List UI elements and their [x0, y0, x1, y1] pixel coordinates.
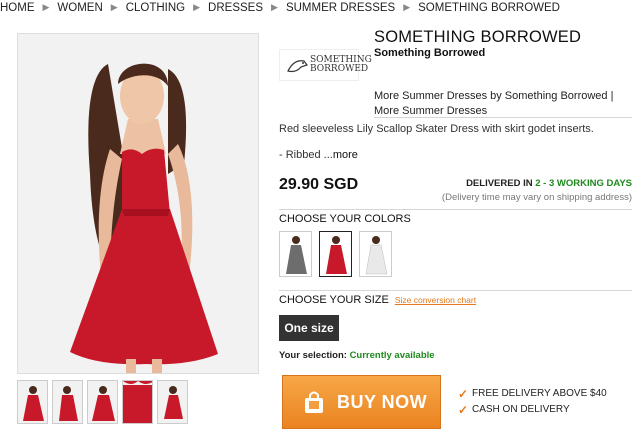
- breadcrumb: HOME ▶ WOMEN ▶ CLOTHING ▶ DRESSES ▶ SUMM…: [0, 0, 640, 15]
- buy-now-label: BUY NOW: [337, 391, 428, 412]
- chevron-right-icon: ▶: [193, 2, 201, 12]
- thumbnail-5[interactable]: [157, 380, 188, 424]
- breadcrumb-clothing[interactable]: CLOTHING: [126, 2, 185, 14]
- chevron-right-icon: ▶: [271, 2, 278, 12]
- divider: [279, 209, 632, 210]
- selection-status: Your selection: Currently available: [279, 350, 435, 361]
- product-price: 29.90 SGD: [279, 176, 359, 193]
- breadcrumb-summer-dresses[interactable]: SUMMER DRESSES: [286, 2, 395, 14]
- size-section: CHOOSE YOUR SIZE Size conversion chart: [279, 294, 476, 306]
- checkmark-icon: ✓: [458, 387, 469, 401]
- chevron-right-icon: ▶: [403, 2, 411, 12]
- divider: [279, 290, 632, 291]
- breadcrumb-current: SOMETHING BORROWED: [418, 1, 560, 14]
- description-excerpt: - Ribbed ...more: [279, 149, 358, 161]
- thumbnail-3[interactable]: [87, 380, 118, 424]
- thumbnail-strip: [17, 380, 188, 424]
- size-option-one-size[interactable]: One size: [279, 315, 339, 341]
- brand-logo-text: SOMETHING BORROWED: [310, 55, 372, 74]
- model-red-dress-image: [18, 34, 258, 373]
- divider: [374, 117, 632, 118]
- size-chart-link[interactable]: Size conversion chart: [395, 295, 476, 305]
- colors-label: CHOOSE YOUR COLORS: [279, 213, 411, 225]
- color-swatch-white[interactable]: [359, 231, 392, 277]
- color-swatch-red[interactable]: [319, 231, 352, 277]
- size-label: CHOOSE YOUR SIZE: [279, 294, 389, 306]
- product-main-image[interactable]: [17, 33, 259, 374]
- brand-logo[interactable]: SOMETHING BORROWED: [279, 49, 372, 81]
- delivery-info: DELIVERED IN 2 - 3 WORKING DAYS: [466, 178, 632, 189]
- breadcrumb-women[interactable]: WOMEN: [57, 2, 102, 14]
- chevron-right-icon: ▶: [42, 2, 50, 12]
- product-title: SOMETHING BORROWED: [374, 28, 582, 46]
- shopping-bag-icon: [303, 390, 325, 414]
- read-more-link[interactable]: more: [333, 149, 358, 161]
- more-by-brand-link[interactable]: More Summer Dresses by Something Borrowe…: [374, 89, 634, 104]
- bird-logo-icon: [287, 60, 308, 73]
- checkmark-icon: ✓: [458, 403, 469, 417]
- product-description: Red sleeveless Lily Scallop Skater Dress…: [279, 123, 594, 135]
- perk-cod: ✓ CASH ON DELIVERY: [458, 403, 570, 417]
- more-links: More Summer Dresses by Something Borrowe…: [374, 89, 634, 119]
- chevron-right-icon: ▶: [110, 2, 118, 12]
- thumbnail-2[interactable]: [52, 380, 83, 424]
- color-swatch-grey[interactable]: [279, 231, 312, 277]
- breadcrumb-home[interactable]: HOME: [0, 2, 35, 14]
- thumbnail-4[interactable]: [122, 380, 153, 424]
- color-swatches: [279, 231, 392, 277]
- perk-free-delivery: ✓ FREE DELIVERY ABOVE $40: [458, 387, 607, 401]
- buy-now-button[interactable]: BUY NOW: [282, 375, 441, 429]
- delivery-note: (Delivery time may vary on shipping addr…: [441, 192, 632, 203]
- brand-name[interactable]: Something Borrowed: [374, 47, 485, 59]
- thumbnail-1[interactable]: [17, 380, 48, 424]
- breadcrumb-dresses[interactable]: DRESSES: [208, 2, 263, 14]
- perks-list: ✓ FREE DELIVERY ABOVE $40 ✓ CASH ON DELIVE…: [458, 386, 607, 418]
